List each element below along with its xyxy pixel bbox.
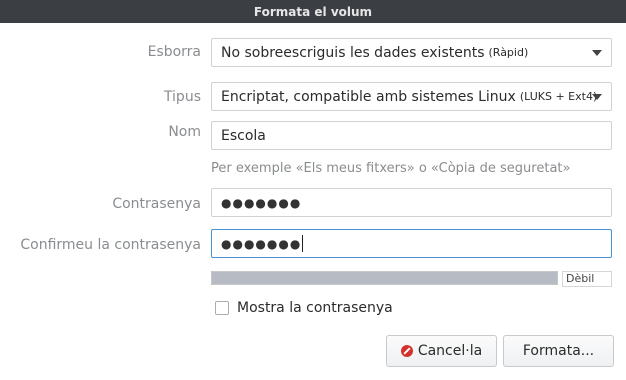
password-strength-label: Dèbil — [562, 271, 612, 287]
chevron-down-icon — [592, 94, 602, 100]
name-input[interactable]: Escola — [211, 121, 612, 150]
show-password-toggle[interactable]: Mostra la contrasenya — [215, 300, 393, 316]
cancel-button-label: Cancel·la — [417, 343, 483, 359]
type-label: Tipus — [163, 89, 201, 105]
type-combo-value: Encriptat, compatible amb sistemes Linux — [221, 88, 516, 105]
password-label: Contrasenya — [112, 196, 201, 212]
format-button-label: Formata... — [522, 343, 595, 359]
confirm-password-input[interactable]: ●●●●●●● — [211, 229, 612, 258]
password-strength-fill — [212, 272, 557, 284]
erase-combo[interactable]: No sobreescriguis les dades existents (R… — [211, 38, 612, 67]
password-input-value: ●●●●●●● — [221, 195, 302, 210]
name-label: Nom — [168, 124, 201, 140]
password-input[interactable]: ●●●●●●● — [211, 188, 612, 217]
show-password-checkbox[interactable] — [215, 301, 229, 315]
type-combo-value-note: (LUKS + Ext4) — [519, 90, 598, 103]
erase-label: Esborra — [147, 44, 201, 60]
cancel-button[interactable]: Cancel·la — [386, 335, 497, 367]
chevron-down-icon — [592, 50, 602, 56]
format-button[interactable]: Formata... — [503, 335, 614, 367]
erase-combo-value: No sobreescriguis les dades existents — [221, 44, 485, 61]
erase-combo-value-note: (Ràpid) — [488, 46, 529, 59]
password-strength-bar — [211, 271, 558, 285]
name-hint: Per exemple «Els meus fitxers» o «Còpia … — [211, 161, 571, 176]
type-combo[interactable]: Encriptat, compatible amb sistemes Linux… — [211, 82, 612, 111]
window-titlebar: Formata el volum — [0, 0, 626, 23]
cancel-icon — [400, 345, 413, 357]
confirm-password-input-value: ●●●●●●● — [221, 236, 302, 251]
show-password-label: Mostra la contrasenya — [237, 300, 393, 316]
name-input-value: Escola — [221, 127, 266, 144]
confirm-password-label: Confirmeu la contrasenya — [20, 237, 201, 253]
text-caret — [302, 235, 304, 252]
window-title: Formata el volum — [253, 4, 373, 19]
